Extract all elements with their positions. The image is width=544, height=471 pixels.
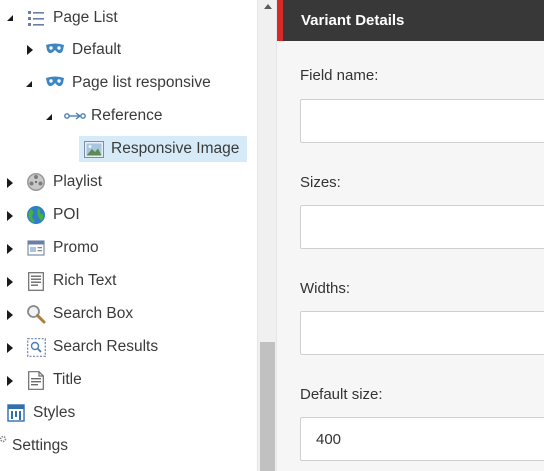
tree-item-label: Promo [53,239,99,256]
tree-item-page-list[interactable]: Page List [26,5,118,31]
scroll-thumb[interactable] [260,342,275,471]
variant-details-panel: Variant Details Field name: Sizes: Width… [276,0,544,471]
tree-item-rich-text[interactable]: Rich Text [26,268,116,294]
tree-item-page-list-responsive[interactable]: Page list responsive [45,70,211,96]
tree-item-settings[interactable]: Settings [0,433,68,459]
styles-icon [6,403,26,423]
tree-item-label: Responsive Image [111,140,240,157]
variant-mask-icon [45,73,65,93]
tree-item-styles[interactable]: Styles [6,400,75,426]
tree-item-label: Search Box [53,305,134,322]
tree-item-default[interactable]: Default [45,37,121,63]
search-icon [26,304,46,324]
caret-collapsed-icon [7,277,13,287]
caret-collapsed-icon [7,343,13,353]
caret-collapsed-icon [27,45,33,55]
tree-item-label: Reference [91,107,163,124]
tree-item-label: Playlist [53,173,103,190]
caret-expanded-icon [46,114,52,120]
rich-text-icon [26,271,46,291]
details-header: Variant Details [277,0,544,41]
tree-item-label: Search Results [53,338,159,355]
expand-toggle-playlist[interactable] [5,177,15,189]
caret-collapsed-icon [7,178,13,188]
tree-item-label: Settings [12,437,69,454]
tree-item-poi[interactable]: POI [26,202,80,228]
sizes-input[interactable] [300,205,544,249]
expand-toggle-default[interactable] [25,44,35,56]
scroll-up-button[interactable] [258,0,277,12]
expand-toggle-reference[interactable] [44,111,54,123]
title-document-icon [26,370,46,390]
tree-item-promo[interactable]: Promo [26,235,99,261]
expand-toggle-page-list-responsive[interactable] [24,78,34,90]
default-size-label: Default size: [300,386,383,403]
expand-toggle-page-list[interactable] [5,12,15,24]
tree-item-playlist[interactable]: Playlist [26,169,102,195]
caret-collapsed-icon [7,376,13,386]
caret-expanded-icon [26,81,32,87]
tree-item-label: Default [72,41,122,58]
film-reel-icon [26,172,46,192]
tree-item-label: Title [53,371,82,388]
caret-collapsed-icon [7,211,13,221]
search-results-icon [26,337,46,357]
settings-icon [0,436,10,456]
caret-collapsed-icon [7,244,13,254]
tree-item-reference[interactable]: Reference [64,103,163,129]
page-list-icon [26,8,46,28]
tree-item-label: Rich Text [53,272,117,289]
tree-item-label: Page List [53,9,118,26]
promo-icon [26,238,46,258]
tree-item-title[interactable]: Title [26,367,82,393]
tree-item-responsive-image[interactable]: Responsive Image [79,136,248,162]
expand-toggle-poi[interactable] [5,210,15,222]
responsive-image-icon [84,139,104,159]
tree-item-label: Styles [33,404,76,421]
caret-collapsed-icon [7,310,13,320]
expand-toggle-search-box[interactable] [5,309,15,321]
widths-input[interactable] [300,311,544,355]
variant-mask-icon [45,40,65,60]
reference-link-icon [64,106,86,126]
field-name-label: Field name: [300,67,379,84]
expand-toggle-search-results[interactable] [5,342,15,354]
tree-item-search-box[interactable]: Search Box [26,301,133,327]
caret-expanded-icon [7,15,13,21]
variant-tree: Page List Default Page list responsive R… [0,0,257,471]
expand-toggle-title[interactable] [5,375,15,387]
tree-scrollbar[interactable] [257,0,276,471]
scroll-up-arrow-icon [263,3,272,9]
field-name-input[interactable] [300,99,544,143]
default-size-input[interactable] [300,417,544,461]
tree-item-label: POI [53,206,80,223]
details-title: Variant Details [301,12,405,29]
globe-icon [26,205,46,225]
tree-item-search-results[interactable]: Search Results [26,334,158,360]
expand-toggle-rich-text[interactable] [5,276,15,288]
widths-label: Widths: [300,280,351,297]
tree-item-label: Page list responsive [72,74,211,91]
expand-toggle-promo[interactable] [5,243,15,255]
sizes-label: Sizes: [300,174,341,191]
